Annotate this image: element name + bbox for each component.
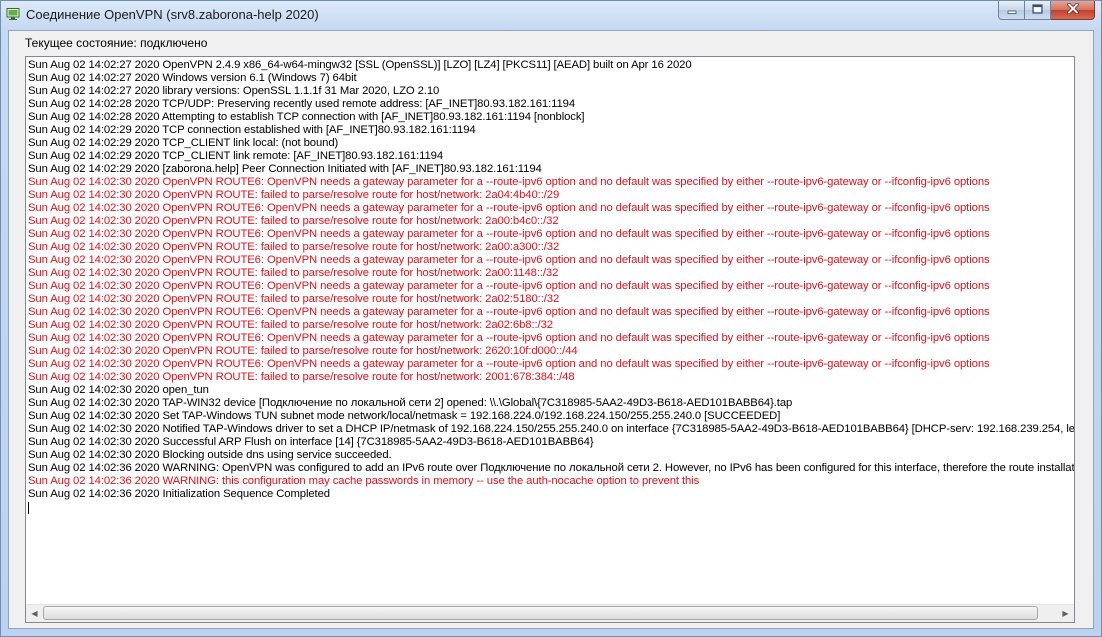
log-line: Sun Aug 02 14:02:30 2020 OpenVPN ROUTE: …: [28, 319, 553, 331]
text-caret: [28, 502, 29, 514]
log-line: Sun Aug 02 14:02:30 2020 OpenVPN ROUTE: …: [28, 293, 560, 305]
log-line: Sun Aug 02 14:02:30 2020 Successful ARP …: [28, 436, 594, 448]
log-line: Sun Aug 02 14:02:30 2020 OpenVPN ROUTE: …: [28, 215, 559, 227]
log-line: Sun Aug 02 14:02:30 2020 OpenVPN ROUTE6:…: [28, 228, 990, 240]
log-line: Sun Aug 02 14:02:30 2020 OpenVPN ROUTE6:…: [28, 254, 990, 266]
connection-status: Текущее состояние: подключено: [25, 36, 208, 50]
log-line: Sun Aug 02 14:02:30 2020 TAP-WIN32 devic…: [28, 397, 793, 409]
close-button[interactable]: [1051, 1, 1095, 20]
scroll-left-button[interactable]: ◀: [26, 605, 43, 622]
horizontal-scrollbar[interactable]: ◀ ▶: [26, 604, 1074, 622]
log-line: Sun Aug 02 14:02:27 2020 Windows version…: [28, 72, 357, 84]
log-line: Sun Aug 02 14:02:29 2020 TCP_CLIENT link…: [28, 137, 339, 149]
log-line: Sun Aug 02 14:02:36 2020 WARNING: OpenVP…: [28, 462, 1074, 474]
minimize-icon: [1007, 1, 1017, 19]
log-textbox[interactable]: Sun Aug 02 14:02:27 2020 OpenVPN 2.4.9 x…: [25, 56, 1075, 623]
log-line: Sun Aug 02 14:02:30 2020 OpenVPN ROUTE6:…: [28, 306, 990, 318]
caption-buttons: [998, 1, 1095, 21]
log-line: Sun Aug 02 14:02:36 2020 WARNING: this c…: [28, 475, 700, 487]
log-line: Sun Aug 02 14:02:28 2020 TCP/UDP: Preser…: [28, 98, 576, 110]
maximize-icon: [1032, 1, 1043, 19]
scroll-right-button[interactable]: ▶: [1057, 605, 1074, 622]
log-line: Sun Aug 02 14:02:29 2020 TCP_CLIENT link…: [28, 150, 444, 162]
log-line: Sun Aug 02 14:02:30 2020 open_tun: [28, 384, 209, 396]
arrow-right-icon: ▶: [1062, 609, 1069, 618]
log-line: Sun Aug 02 14:02:27 2020 library version…: [28, 85, 440, 97]
arrow-left-icon: ◀: [31, 609, 38, 618]
log-line: Sun Aug 02 14:02:29 2020 [zaborona.help]…: [28, 163, 542, 175]
log-line: Sun Aug 02 14:02:27 2020 OpenVPN 2.4.9 x…: [28, 59, 692, 71]
log-line: Sun Aug 02 14:02:30 2020 OpenVPN ROUTE: …: [28, 345, 578, 357]
log-content: Sun Aug 02 14:02:27 2020 OpenVPN 2.4.9 x…: [28, 59, 1074, 605]
log-line: Sun Aug 02 14:02:36 2020 Initialization …: [28, 488, 330, 500]
log-line: Sun Aug 02 14:02:30 2020 OpenVPN ROUTE6:…: [28, 176, 990, 188]
log-line: Sun Aug 02 14:02:30 2020 Blocking outsid…: [28, 449, 392, 461]
log-line: Sun Aug 02 14:02:30 2020 OpenVPN ROUTE: …: [28, 267, 559, 279]
log-line: Sun Aug 02 14:02:30 2020 OpenVPN ROUTE6:…: [28, 280, 990, 292]
log-line: Sun Aug 02 14:02:30 2020 OpenVPN ROUTE6:…: [28, 358, 990, 370]
openvpn-window: Соединение OpenVPN (srv8.zaborona-help 2…: [0, 0, 1102, 637]
window-title: Соединение OpenVPN (srv8.zaborona-help 2…: [26, 7, 319, 22]
scrollbar-thumb[interactable]: [43, 606, 1038, 620]
title-bar[interactable]: Соединение OpenVPN (srv8.zaborona-help 2…: [1, 1, 1101, 31]
log-line: Sun Aug 02 14:02:30 2020 OpenVPN ROUTE: …: [28, 189, 560, 201]
monitor-icon: [6, 7, 20, 21]
log-line: Sun Aug 02 14:02:30 2020 OpenVPN ROUTE: …: [28, 371, 575, 383]
log-line: Sun Aug 02 14:02:29 2020 TCP connection …: [28, 124, 476, 136]
log-line: Sun Aug 02 14:02:30 2020 OpenVPN ROUTE: …: [28, 241, 560, 253]
log-line: Sun Aug 02 14:02:30 2020 Notified TAP-Wi…: [28, 423, 1074, 435]
maximize-button[interactable]: [1025, 1, 1051, 20]
close-icon: [1066, 1, 1079, 19]
client-area: Текущее состояние: подключено Sun Aug 02…: [8, 30, 1094, 629]
log-line: Sun Aug 02 14:02:30 2020 OpenVPN ROUTE6:…: [28, 332, 990, 344]
log-line: Sun Aug 02 14:02:28 2020 Attempting to e…: [28, 111, 585, 123]
minimize-button[interactable]: [998, 1, 1025, 20]
log-line: Sun Aug 02 14:02:30 2020 OpenVPN ROUTE6:…: [28, 202, 990, 214]
log-line: Sun Aug 02 14:02:30 2020 Set TAP-Windows…: [28, 410, 781, 422]
